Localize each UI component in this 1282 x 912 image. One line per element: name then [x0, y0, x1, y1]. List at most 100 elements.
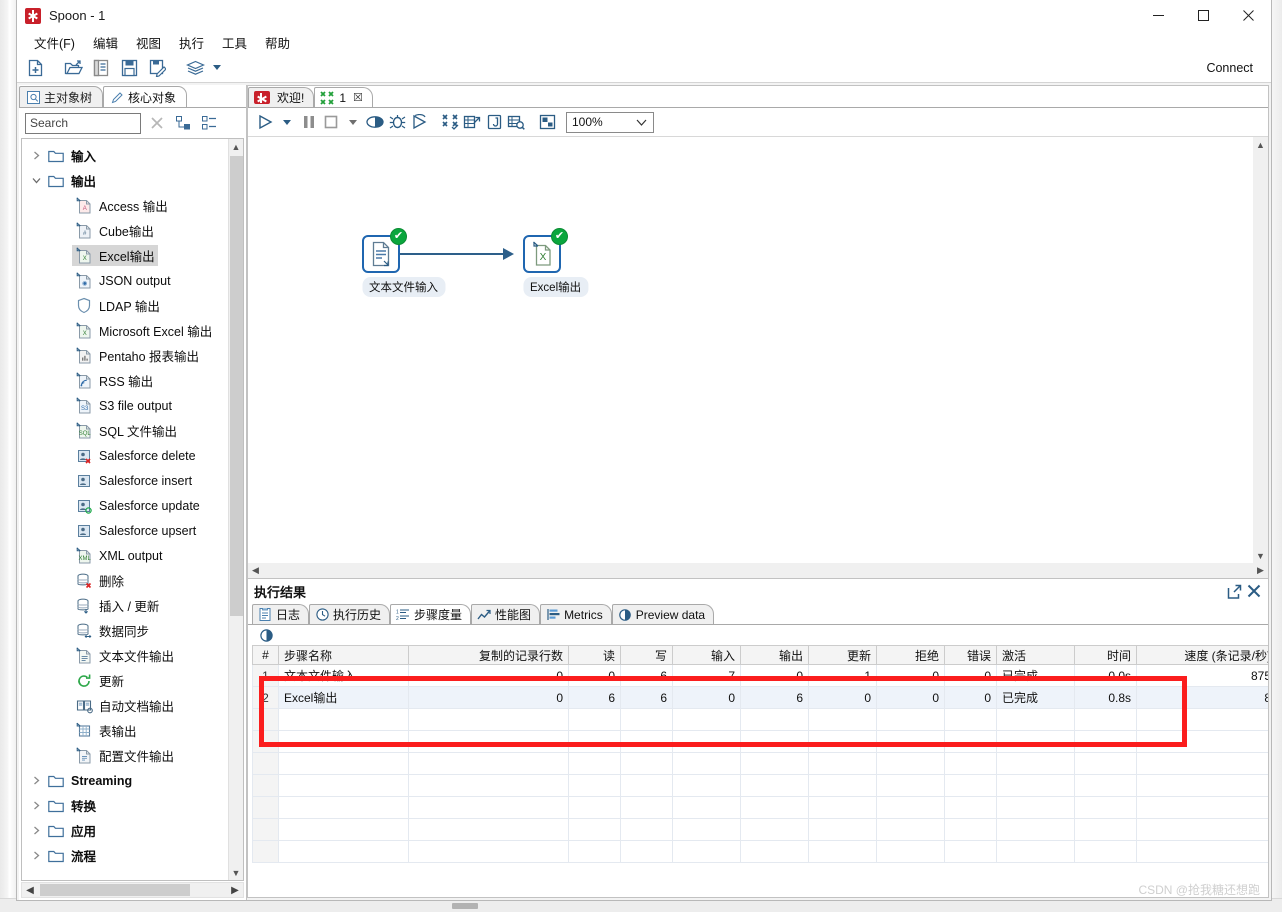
step-metrics-table[interactable]: #步骤名称复制的记录行数读写输入输出更新拒绝错误激活时间速度 (条记录/秒)Pr…	[252, 645, 1268, 863]
tree-step-item[interactable]: X Excel输出	[22, 243, 228, 268]
column-header-errors[interactable]: 错误	[944, 645, 997, 665]
tab-metrics[interactable]: Metrics	[540, 604, 612, 624]
scroll-right-arrow-icon[interactable]: ▶	[227, 885, 243, 896]
tree-folder-item[interactable]: 流程	[22, 843, 228, 868]
scroll-down-arrow-icon[interactable]: ▼	[1253, 548, 1268, 563]
menu-tools[interactable]: 工具	[213, 31, 256, 54]
column-header-step_name[interactable]: 步骤名称	[278, 645, 409, 665]
chevron-right-icon[interactable]	[28, 851, 44, 860]
tree-step-item[interactable]: Salesforce insert	[22, 468, 228, 493]
tree-step-item[interactable]: X Microsoft Excel 输出	[22, 318, 228, 343]
table-row[interactable]: 1文本文件输入00670100已完成0.0s875-	[252, 664, 1268, 687]
tree-step-item[interactable]: XML XML output	[22, 543, 228, 568]
tree-scroll-thumb[interactable]	[229, 156, 243, 616]
close-button[interactable]	[1226, 0, 1271, 31]
close-panel-icon[interactable]	[1244, 581, 1264, 601]
scroll-left-arrow-icon[interactable]: ◀	[248, 563, 263, 578]
tab-welcome[interactable]: 欢迎!	[248, 87, 315, 107]
tab-log[interactable]: 日志	[252, 604, 310, 624]
search-input[interactable]	[25, 112, 141, 134]
tree-step-item[interactable]: ◉ JSON output	[22, 268, 228, 293]
tab-execution-history[interactable]: 执行历史	[309, 604, 391, 624]
tree-step-item[interactable]: 自动文档输出	[22, 693, 228, 718]
transformation-settings-icon[interactable]	[439, 111, 461, 133]
minimize-button[interactable]	[1136, 0, 1181, 31]
tree-step-item[interactable]: 删除	[22, 568, 228, 593]
replay-icon[interactable]	[408, 111, 430, 133]
debug-icon[interactable]	[386, 111, 408, 133]
chevron-down-icon[interactable]	[28, 176, 44, 185]
tree-step-item[interactable]: 数据同步	[22, 618, 228, 643]
show-last-impact-icon[interactable]	[461, 111, 483, 133]
tree-step-item[interactable]: 配置文件输出	[22, 743, 228, 768]
chevron-right-icon[interactable]	[28, 776, 44, 785]
tree-folder-item[interactable]: 输入	[22, 143, 228, 168]
tree-step-item[interactable]: 表输出	[22, 718, 228, 743]
tree-step-item[interactable]: # Cube输出	[22, 218, 228, 243]
collapse-tree-icon[interactable]	[199, 113, 219, 133]
chevron-right-icon[interactable]	[28, 801, 44, 810]
pause-icon[interactable]	[298, 111, 320, 133]
canvas-vertical-scrollbar[interactable]: ▲ ▼	[1253, 137, 1268, 563]
save-icon[interactable]	[119, 58, 139, 78]
explore-database-icon[interactable]	[505, 111, 527, 133]
tree-vertical-scrollbar[interactable]: ▲ ▼	[228, 139, 243, 880]
sql-editor-icon[interactable]	[483, 111, 505, 133]
column-header-read[interactable]: 读	[568, 645, 621, 665]
column-header-written[interactable]: 写	[620, 645, 673, 665]
tree-step-item[interactable]: S3 S3 file output	[22, 393, 228, 418]
open-folder-icon[interactable]	[63, 58, 83, 78]
tree-step-item[interactable]: SQL SQL 文件输出	[22, 418, 228, 443]
close-icon[interactable]: ☒	[353, 91, 363, 104]
chevron-right-icon[interactable]	[28, 826, 44, 835]
tree-step-item[interactable]: Salesforce upsert	[22, 518, 228, 543]
zoom-select[interactable]: 100%	[566, 111, 654, 133]
scroll-right-arrow-icon[interactable]: ▶	[1253, 563, 1268, 578]
scroll-left-arrow-icon[interactable]: ◀	[22, 885, 38, 896]
run-icon[interactable]	[254, 111, 276, 133]
maximize-panel-icon[interactable]	[1224, 581, 1244, 601]
clear-x-icon[interactable]	[147, 113, 167, 133]
preview-eye-icon[interactable]	[256, 625, 276, 645]
column-header-updated[interactable]: 更新	[808, 645, 877, 665]
dropdown-caret-icon[interactable]	[213, 65, 221, 70]
step-metrics-grid-container[interactable]: #步骤名称复制的记录行数读写输入输出更新拒绝错误激活时间速度 (条记录/秒)Pr…	[248, 645, 1268, 897]
step-text-file-input[interactable]: ✔ 文本文件输入	[362, 228, 445, 297]
core-objects-tree[interactable]: 输入 输出 A Access 输出 # Cube输出 X Excel输出 ◉ JSON outpu…	[22, 139, 228, 880]
preview-icon[interactable]	[364, 111, 386, 133]
chevron-right-icon[interactable]	[28, 151, 44, 160]
column-header-time[interactable]: 时间	[1074, 645, 1137, 665]
column-header-input[interactable]: 输入	[672, 645, 741, 665]
menu-file[interactable]: 文件(F)	[25, 31, 84, 54]
save-as-icon[interactable]	[147, 58, 167, 78]
expand-tree-icon[interactable]	[173, 113, 193, 133]
tree-step-item[interactable]: RSS 输出	[22, 368, 228, 393]
tree-folder-item[interactable]: 应用	[22, 818, 228, 843]
column-header-active[interactable]: 激活	[996, 645, 1075, 665]
tree-folder-item[interactable]: 输出	[22, 168, 228, 193]
tree-hscroll-thumb[interactable]	[40, 884, 190, 896]
tree-step-item[interactable]: LDAP 输出	[22, 293, 228, 318]
transformation-canvas[interactable]: ✔ 文本文件输入 X ✔ Excel输出	[248, 137, 1253, 563]
tree-horizontal-scrollbar[interactable]: ◀ ▶	[21, 882, 244, 898]
menu-help[interactable]: 帮助	[256, 31, 299, 54]
column-header-copied_rows[interactable]: 复制的记录行数	[408, 645, 569, 665]
scroll-up-arrow-icon[interactable]: ▲	[229, 139, 244, 154]
canvas-horizontal-scrollbar[interactable]: ◀ ▶	[248, 563, 1268, 578]
tree-folder-item[interactable]: Streaming	[22, 768, 228, 793]
tree-step-item[interactable]: Salesforce delete	[22, 443, 228, 468]
column-header-rownum[interactable]: #	[252, 645, 279, 665]
explore-repository-icon[interactable]	[91, 58, 111, 78]
scroll-down-arrow-icon[interactable]: ▼	[229, 865, 244, 880]
tree-step-item[interactable]: Pentaho 报表输出	[22, 343, 228, 368]
menu-run[interactable]: 执行	[170, 31, 213, 54]
tree-folder-item[interactable]: 转换	[22, 793, 228, 818]
column-header-output[interactable]: 输出	[740, 645, 809, 665]
tab-preview-data[interactable]: Preview data	[611, 604, 715, 624]
stop-options-caret-icon[interactable]	[342, 111, 364, 133]
step-box[interactable]: X ✔	[523, 228, 568, 273]
column-header-rejected[interactable]: 拒绝	[876, 645, 945, 665]
stop-icon[interactable]	[320, 111, 342, 133]
tab-core-objects[interactable]: 核心对象	[103, 86, 188, 107]
tree-step-item[interactable]: 文本文件输出	[22, 643, 228, 668]
